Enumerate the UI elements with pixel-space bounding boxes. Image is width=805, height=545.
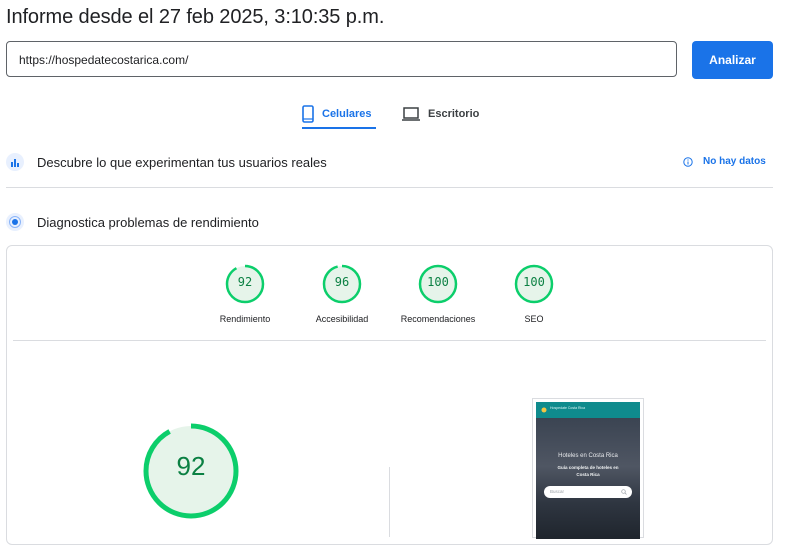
tab-desktop-label: Escritorio	[428, 108, 480, 120]
smartphone-icon	[302, 105, 314, 123]
active-tab-indicator	[302, 127, 376, 129]
score-value: 92	[237, 275, 253, 289]
score-label: SEO	[524, 314, 544, 324]
url-input-value: https://hospedatecostarica.com/	[19, 53, 189, 67]
preview-header: Hospedate Costa Rica	[536, 402, 640, 418]
lighthouse-icon	[6, 213, 24, 231]
no-data-link[interactable]: No hay datos	[683, 156, 766, 167]
mobile-screenshot-preview: Hospedate Costa Rica Hoteles en Costa Ri…	[532, 398, 644, 539]
laptop-icon	[402, 107, 420, 121]
preview-hero-title: Hoteles en Costa Rica	[558, 453, 618, 459]
vertical-divider	[389, 467, 390, 537]
info-icon	[683, 156, 693, 167]
section-divider	[6, 187, 773, 188]
preview-search-box: Buscar	[544, 486, 632, 498]
tab-mobile[interactable]: Celulares	[302, 103, 372, 125]
url-input[interactable]: https://hospedatecostarica.com/	[6, 41, 677, 77]
score-label: Accesibilidad	[315, 314, 369, 324]
real-users-section: Descubre lo que experimentan tus usuario…	[6, 152, 327, 172]
card-divider	[13, 340, 766, 341]
score-gauge-performance[interactable]: 92 Rendimiento	[197, 264, 293, 324]
score-gauge-seo[interactable]: 100 SEO	[486, 264, 582, 324]
analyze-button[interactable]: Analizar	[692, 41, 773, 79]
preview-hero: Hoteles en Costa Rica Guía completa de h…	[536, 418, 640, 539]
diagnose-section: Diagnostica problemas de rendimiento	[6, 212, 259, 232]
preview-header-text: Hospedate Costa Rica	[550, 406, 586, 410]
score-label: Recomendaciones	[400, 314, 476, 324]
score-gauge-accessibility[interactable]: 96 Accesibilidad	[294, 264, 390, 324]
preview-logo-icon	[541, 407, 547, 413]
real-users-label: Descubre lo que experimentan tus usuario…	[37, 154, 327, 170]
score-value: 96	[334, 275, 350, 289]
preview-search-placeholder: Buscar	[550, 489, 565, 494]
performance-score-value: 92	[176, 451, 206, 481]
no-data-label: No hay datos	[703, 156, 766, 167]
score-label: Rendimiento	[219, 314, 271, 324]
tab-desktop[interactable]: Escritorio	[402, 103, 479, 125]
score-gauge-best-practices[interactable]: 100 Recomendaciones	[390, 264, 486, 324]
tab-mobile-label: Celulares	[322, 108, 372, 120]
preview-hero-subtitle: Guía completa de hoteles en Costa Rica	[557, 465, 619, 477]
score-value: 100	[427, 275, 449, 289]
search-icon	[621, 489, 627, 495]
report-title: Informe desde el 27 feb 2025, 3:10:35 p.…	[6, 6, 385, 28]
diagnose-label: Diagnostica problemas de rendimiento	[37, 214, 259, 230]
crux-users-icon	[6, 153, 24, 171]
score-value: 100	[523, 275, 545, 289]
